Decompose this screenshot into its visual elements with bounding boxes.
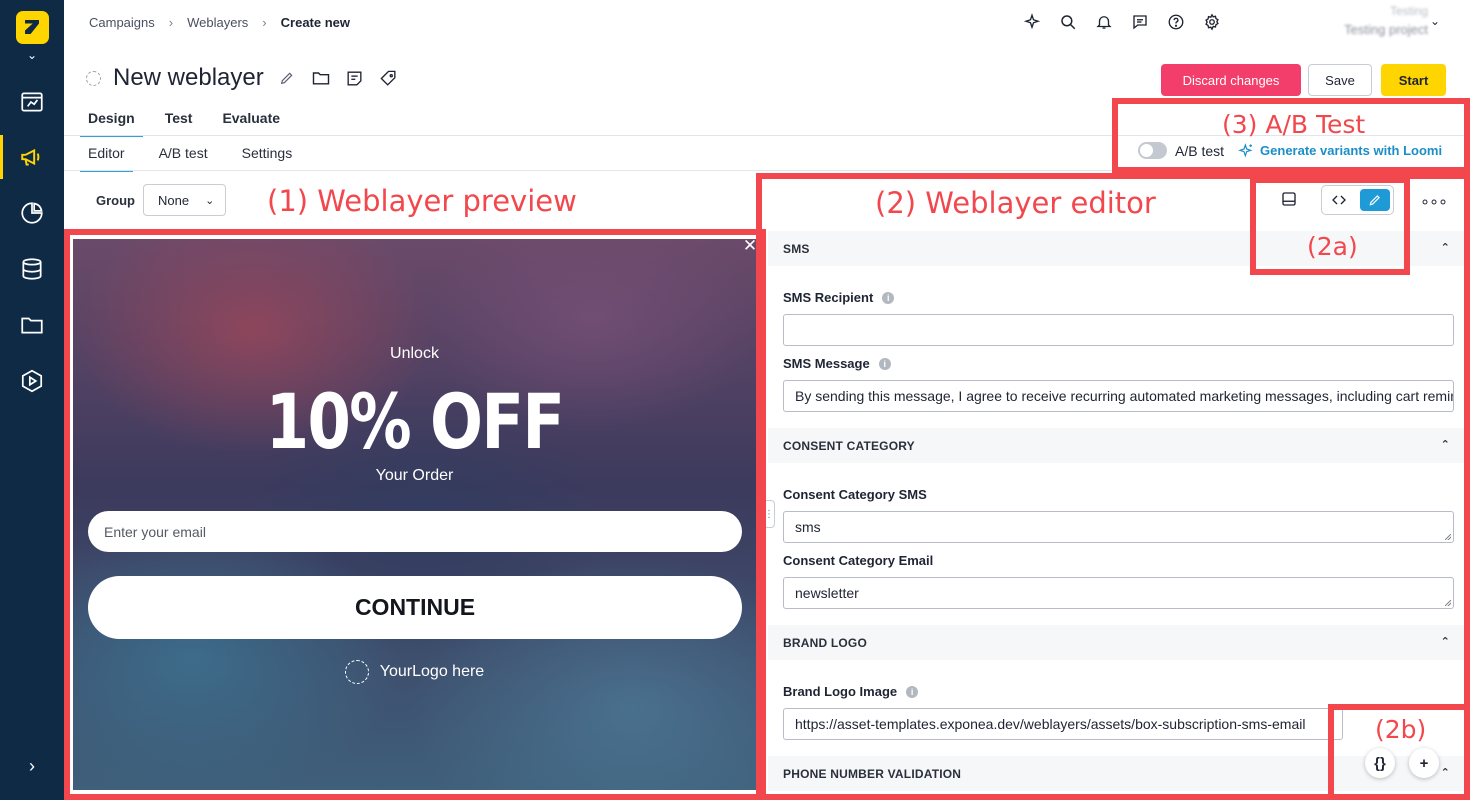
tab-settings[interactable]: Settings [234,137,301,172]
annotation-label-editor: (2) Weblayer editor [875,186,1156,220]
breadcrumb: Campaigns › Weblayers › Create new [89,15,350,30]
tag-icon[interactable] [378,67,400,89]
secondary-tabs: Editor A/B test Settings [80,137,318,172]
search-icon[interactable] [1056,10,1079,33]
save-button[interactable]: Save [1308,64,1372,96]
group-select-value: None [158,192,190,208]
tab-evaluate[interactable]: Evaluate [214,102,288,137]
nav-dashboards-icon[interactable] [0,80,64,124]
left-nav-rail: ⌄ › [0,0,64,800]
chevron-down-icon: ⌄ [205,194,215,207]
breadcrumb-weblayers[interactable]: Weblayers [187,15,248,30]
chevron-down-icon[interactable]: ⌄ [24,48,40,62]
nav-analytics-icon[interactable] [0,191,64,235]
primary-tabs: Design Test Evaluate [80,102,302,137]
tab-design[interactable]: Design [80,102,143,137]
top-toolbar [1020,10,1223,33]
folder-icon[interactable] [310,67,332,89]
nav-data-icon[interactable] [0,247,64,291]
tab-ab-test[interactable]: A/B test [151,137,216,172]
annotation-box-preview [64,229,766,800]
chevron-down-icon[interactable]: ⌄ [1430,14,1440,28]
status-indicator-icon [86,70,101,86]
annotation-label-ab-test: (3) A/B Test [1222,110,1366,139]
app-logo-icon[interactable] [16,11,49,44]
project-name-label: Testing project [1344,22,1428,37]
breadcrumb-current: Create new [280,15,351,30]
tab-test[interactable]: Test [157,102,201,137]
project-org-label: Testing [1389,4,1428,18]
bell-icon[interactable] [1092,10,1115,33]
help-icon[interactable] [1164,10,1187,33]
nav-play-icon[interactable] [0,359,64,403]
nav-campaigns-icon[interactable] [0,135,64,179]
edit-pencil-icon[interactable] [276,67,298,89]
note-icon[interactable] [344,67,366,89]
nav-assets-folder-icon[interactable] [0,303,64,347]
discard-changes-button[interactable]: Discard changes [1161,64,1301,96]
annotation-label-editor-fabs: (2b) [1375,715,1427,744]
title-row: New weblayer [86,64,400,92]
group-select[interactable]: None ⌄ [143,184,226,216]
settings-gear-icon[interactable] [1200,10,1223,33]
annotation-label-preview: (1) Weblayer preview [267,184,577,218]
start-button[interactable]: Start [1381,64,1446,96]
group-label: Group [96,193,135,208]
page-title: New weblayer [113,64,264,91]
tab-editor[interactable]: Editor [80,137,133,172]
project-switcher[interactable]: Testing Testing project [1268,4,1428,37]
chat-icon[interactable] [1128,10,1151,33]
breadcrumb-campaigns[interactable]: Campaigns [89,15,155,30]
breadcrumb-separator-icon: › [262,15,267,30]
breadcrumb-separator-icon: › [168,15,174,30]
annotation-label-editor-toolbar: (2a) [1307,232,1358,261]
expand-nav-chevron-icon[interactable]: › [0,746,64,786]
sparkle-icon[interactable] [1020,10,1043,33]
